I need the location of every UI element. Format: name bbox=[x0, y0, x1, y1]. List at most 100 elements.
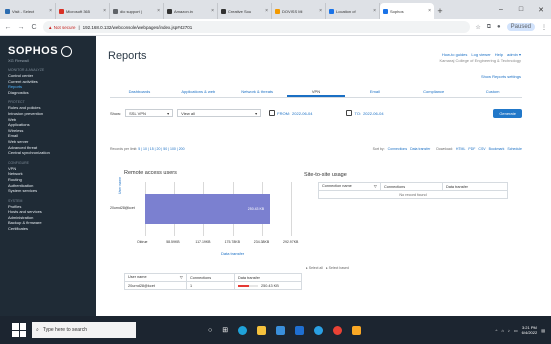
top-link[interactable]: How-to guides bbox=[442, 52, 468, 57]
clock-date: 6/4/2022 bbox=[521, 330, 538, 335]
show-reports-settings-link[interactable]: Show Reports settings bbox=[481, 74, 521, 79]
tray-chevron-icon[interactable]: ^ bbox=[496, 328, 498, 333]
sidebar-item[interactable]: Diagnostics bbox=[8, 90, 96, 96]
store-icon[interactable] bbox=[276, 325, 286, 335]
col-user-name[interactable]: User name ⛛ bbox=[124, 273, 187, 282]
view-select[interactable]: View all ▾ bbox=[177, 109, 262, 117]
table-row[interactable]: 20urnd28@kcet 1 250.43 KB bbox=[124, 281, 302, 290]
tab-close-icon[interactable]: × bbox=[211, 8, 214, 14]
records-per-page-links[interactable]: 5 | 10 | 15 | 20 | 50 | 100 | 200 bbox=[138, 147, 184, 151]
sophos-logo[interactable]: SOPHOS bbox=[0, 36, 96, 57]
tab-close-icon[interactable]: × bbox=[49, 8, 52, 14]
chrome-icon[interactable] bbox=[333, 325, 343, 335]
file-explorer-icon[interactable] bbox=[257, 325, 267, 335]
to-date-field[interactable]: TO: 2022-06-04 bbox=[346, 110, 384, 116]
sidebar: SOPHOS XG Firewall MONITOR & ANALYZE Cont… bbox=[0, 36, 96, 316]
sophos-logo-icon bbox=[61, 45, 73, 57]
top-link[interactable]: admin ▾ bbox=[507, 52, 521, 57]
app-icon[interactable] bbox=[352, 325, 362, 335]
sort-data-transfer-link[interactable]: Data transfer bbox=[410, 147, 430, 151]
bookmark-star-icon[interactable]: ☆ bbox=[475, 24, 480, 31]
filter-icon[interactable]: ⛛ bbox=[180, 275, 183, 280]
tab-close-icon[interactable]: × bbox=[157, 8, 160, 14]
menu-icon[interactable]: ⋮ bbox=[541, 24, 547, 31]
browser-tab[interactable]: dio support | × bbox=[110, 3, 164, 19]
battery-icon[interactable]: ▭ bbox=[514, 328, 518, 333]
widgets-icon[interactable]: ⊞ bbox=[222, 326, 228, 334]
browser-tab[interactable]: DOVISS Mi × bbox=[272, 3, 326, 19]
close-window-button[interactable]: ✕ bbox=[531, 6, 551, 14]
maximize-button[interactable]: □ bbox=[511, 6, 531, 13]
tab-close-icon[interactable]: × bbox=[265, 8, 268, 14]
browser-tab[interactable]: Amazon.in × bbox=[164, 3, 218, 19]
col-connections[interactable]: Connections bbox=[186, 273, 235, 282]
start-button[interactable] bbox=[12, 323, 26, 337]
report-tab[interactable]: Applications & web bbox=[169, 88, 228, 97]
report-tab[interactable]: Custom bbox=[463, 88, 522, 97]
download-link[interactable]: Schedule bbox=[507, 147, 522, 151]
tab-close-icon[interactable]: × bbox=[319, 8, 322, 14]
not-secure-indicator[interactable]: ▲ Not secure bbox=[48, 25, 75, 30]
select-all-link[interactable]: ▸ Select all bbox=[306, 266, 323, 270]
url-input[interactable]: ▲ Not secure | 192.168.0.132/webconsole/… bbox=[43, 21, 471, 33]
chart-x-tick: 175.78KB bbox=[224, 240, 240, 244]
taskbar-search-input[interactable]: ⌕ Type here to search bbox=[32, 322, 136, 338]
sort-connections-link[interactable]: Connections bbox=[388, 147, 407, 151]
minimize-button[interactable]: – bbox=[491, 6, 511, 13]
download-link[interactable]: Bookmark bbox=[489, 147, 505, 151]
browser-tab[interactable]: Location of × bbox=[326, 3, 380, 19]
sidebar-item[interactable]: Central synchronization bbox=[8, 150, 96, 156]
generate-button[interactable]: Generate bbox=[493, 108, 522, 118]
volume-icon[interactable]: ♪ bbox=[508, 328, 510, 333]
notification-icon[interactable]: ▤ bbox=[541, 328, 545, 333]
chart-category-label: 20urnd28@kcet bbox=[110, 206, 135, 210]
extensions-icon[interactable]: ⧉ bbox=[487, 24, 491, 31]
new-tab-button[interactable]: + bbox=[434, 3, 446, 19]
col-connections[interactable]: Connections bbox=[380, 182, 443, 191]
col-data-transfer[interactable]: Data transfer bbox=[442, 182, 508, 191]
sidebar-item[interactable]: Certificates bbox=[8, 226, 96, 232]
paused-profile-button[interactable]: Paused bbox=[506, 23, 535, 31]
download-link[interactable]: PDF bbox=[468, 147, 475, 151]
tab-close-icon[interactable]: × bbox=[428, 8, 431, 14]
top-link[interactable]: Help bbox=[495, 52, 503, 57]
profile-icon[interactable]: ● bbox=[497, 24, 501, 30]
show-select[interactable]: SSL VPN ▾ bbox=[125, 109, 174, 117]
windows-taskbar: ⌕ Type here to search ○ ⊞ ^ ⌂ ♪ ▭ 3:21 P… bbox=[0, 316, 551, 344]
report-tab[interactable]: Dashboards bbox=[110, 88, 169, 97]
reload-icon[interactable]: C bbox=[30, 24, 38, 31]
cell-data: 250.43 KB bbox=[234, 281, 302, 290]
tab-close-icon[interactable]: × bbox=[103, 8, 106, 14]
browser-tab[interactable]: Microsoft 365 × bbox=[56, 3, 110, 19]
browser-tab[interactable]: Sophos × bbox=[380, 3, 434, 19]
clock[interactable]: 3:21 PM 6/4/2022 bbox=[522, 325, 538, 335]
edge-browser-icon[interactable] bbox=[314, 325, 324, 335]
network-icon[interactable]: ⌂ bbox=[501, 328, 503, 333]
tab-close-icon[interactable]: × bbox=[373, 8, 376, 14]
download-link[interactable]: HTML bbox=[456, 147, 466, 151]
task-view-icon[interactable]: ○ bbox=[208, 327, 212, 334]
col-connection-name[interactable]: Connection name ⛛ bbox=[318, 182, 381, 191]
sidebar-item[interactable]: System services bbox=[8, 188, 96, 194]
edge-icon[interactable] bbox=[238, 325, 248, 335]
back-icon[interactable]: ← bbox=[4, 24, 12, 31]
chevron-down-icon: ▾ bbox=[167, 110, 170, 116]
top-link[interactable]: Log viewer bbox=[471, 52, 490, 57]
download-link[interactable]: CSV bbox=[478, 147, 485, 151]
sidebar-section-header: CONFIGURE bbox=[8, 160, 29, 165]
browser-tab[interactable]: Visit - Select × bbox=[2, 3, 56, 19]
select-based-link[interactable]: ▸ Select based bbox=[326, 266, 349, 270]
mail-icon[interactable] bbox=[295, 325, 305, 335]
filter-icon[interactable]: ⛛ bbox=[374, 184, 377, 189]
tab-label: Creative Sou bbox=[228, 8, 252, 14]
report-tab[interactable]: Email bbox=[345, 88, 404, 97]
report-tab[interactable]: Compliance bbox=[404, 88, 463, 97]
report-tab[interactable]: Network & threats bbox=[228, 88, 287, 97]
forward-icon[interactable]: → bbox=[17, 24, 25, 31]
table-row: No record found bbox=[318, 190, 508, 199]
from-date-field[interactable]: FROM: 2022-06-04 bbox=[269, 110, 312, 116]
sidebar-section: PROTECT Rules and policies Intrusion preve… bbox=[0, 100, 96, 155]
browser-tab[interactable]: Creative Sou × bbox=[218, 3, 272, 19]
col-data-transfer[interactable]: Data transfer bbox=[234, 273, 302, 282]
report-tab[interactable]: VPN bbox=[286, 88, 346, 97]
